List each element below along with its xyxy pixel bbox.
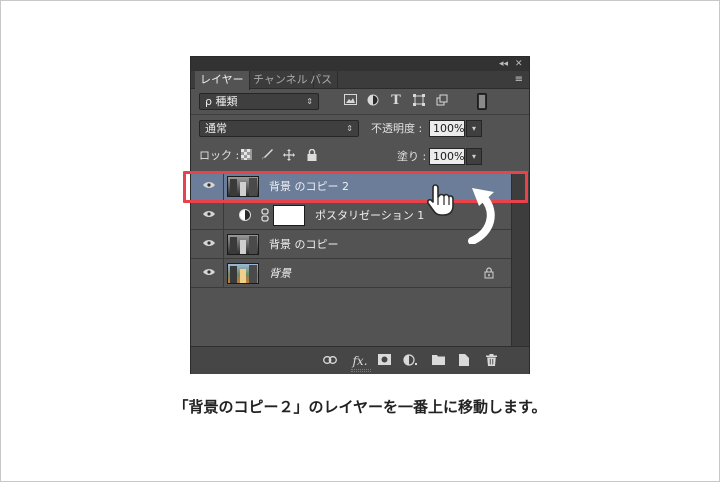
move-up-arrow-icon: [466, 184, 500, 248]
layer-name: 背景 のコピー: [269, 238, 339, 251]
eye-icon[interactable]: [203, 239, 215, 249]
layer-mask-thumbnail: [273, 205, 305, 226]
trash-icon[interactable]: [484, 354, 498, 368]
close-icon[interactable]: ✕: [515, 57, 523, 71]
tab-paths[interactable]: パス: [305, 71, 338, 89]
panel-menu-icon[interactable]: ≡: [515, 71, 523, 89]
hand-cursor-icon: [426, 183, 456, 221]
new-layer-icon[interactable]: [457, 354, 471, 368]
image-filter-icon[interactable]: [343, 94, 357, 108]
divider: [223, 259, 224, 288]
lock-all-icon[interactable]: [306, 148, 318, 161]
updown-arrow-icon: ⇕: [346, 124, 353, 133]
tab-layers[interactable]: レイヤー: [195, 71, 250, 90]
adjustment-icon[interactable]: [403, 354, 417, 368]
filter-kind-select[interactable]: ρ 種類 ⇕: [199, 93, 319, 110]
lock-position-icon[interactable]: [283, 149, 295, 161]
blend-mode-select[interactable]: 通常 ⇕: [199, 120, 359, 137]
fill-input[interactable]: 100%: [429, 148, 465, 165]
fx-icon[interactable]: fx.: [351, 354, 369, 368]
shape-filter-icon[interactable]: [412, 94, 426, 108]
lock-transparent-icon[interactable]: [240, 149, 252, 161]
caption-text: 「背景のコピー２」のレイヤーを一番上に移動します。: [173, 398, 547, 416]
type-filter-icon[interactable]: T: [389, 94, 403, 108]
tab-channels[interactable]: チャンネル: [248, 71, 314, 89]
lock-row: ロック : 塗り : 100% ▾: [191, 146, 529, 168]
layer-name: 背景: [269, 267, 291, 280]
adjustment-layer-icon: [239, 209, 251, 221]
panel-titlebar: ◂◂ ✕: [191, 57, 529, 71]
lock-label: ロック :: [199, 149, 240, 162]
collapse-icon[interactable]: ◂◂: [499, 57, 508, 71]
blend-mode-value: 通常: [205, 122, 227, 135]
panel-footer: fx.: [191, 346, 529, 374]
layer-row-posterize[interactable]: ポスタリゼーション 1: [191, 201, 511, 230]
lock-pixels-icon[interactable]: [261, 149, 273, 161]
chain-link-icon[interactable]: [261, 208, 269, 222]
filter-toggle[interactable]: [477, 93, 487, 110]
layer-thumbnail: [227, 234, 259, 255]
smart-object-filter-icon[interactable]: [435, 94, 449, 108]
eye-icon[interactable]: [203, 210, 215, 220]
filter-row: ρ 種類 ⇕ T: [191, 91, 529, 113]
opacity-dropdown-icon[interactable]: ▾: [466, 120, 482, 137]
divider: [191, 114, 529, 115]
layer-name: ポスタリゼーション 1: [315, 209, 425, 222]
fill-label: 塗り :: [397, 150, 427, 163]
mask-icon[interactable]: [377, 354, 391, 368]
layer-row-bg-copy[interactable]: 背景 のコピー: [191, 230, 511, 259]
adjustment-filter-icon[interactable]: [366, 94, 380, 108]
link-icon[interactable]: [323, 354, 337, 368]
divider: [223, 230, 224, 259]
filter-kind-label: ρ 種類: [205, 95, 238, 108]
resize-grip[interactable]: [351, 369, 371, 372]
layer-thumbnail: [227, 263, 259, 284]
folder-icon[interactable]: [431, 354, 445, 368]
layer-row-background[interactable]: 背景: [191, 259, 511, 288]
divider: [223, 201, 224, 230]
blend-row: 通常 ⇕ 不透明度 : 100% ▾: [191, 118, 529, 140]
eye-icon[interactable]: [203, 268, 215, 278]
lock-icon: [484, 267, 496, 279]
opacity-label: 不透明度 :: [371, 122, 423, 135]
opacity-input[interactable]: 100%: [429, 120, 465, 137]
updown-arrow-icon: ⇕: [306, 97, 313, 106]
panel-tabs: レイヤー チャンネル パス ≡: [191, 71, 529, 90]
fill-dropdown-icon[interactable]: ▾: [466, 148, 482, 165]
